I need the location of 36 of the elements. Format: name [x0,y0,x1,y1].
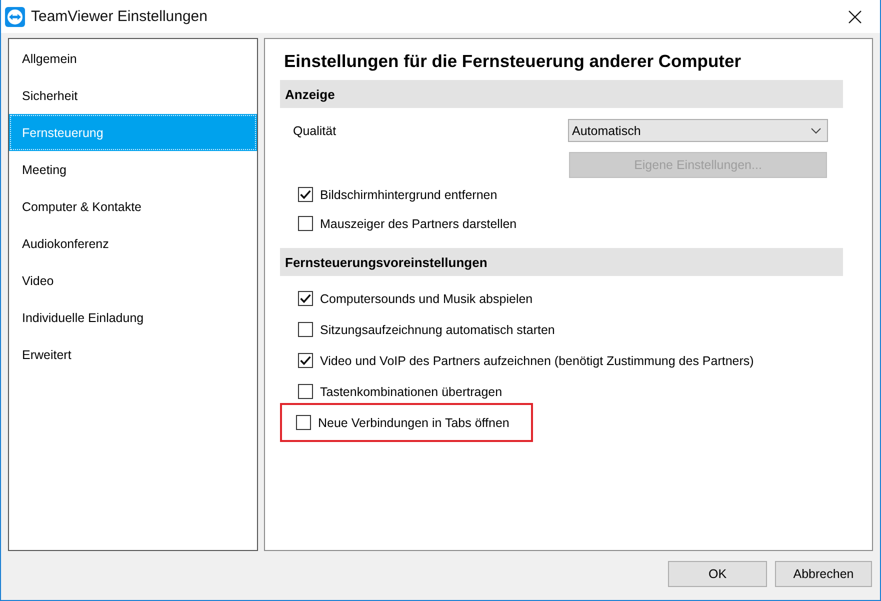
sidebar-item[interactable]: Meeting [9,151,257,188]
page-heading: Einstellungen für die Fernsteuerung anderer Computer [283,50,742,73]
checkbox-label: Bildschirmhintergrund entfernen [320,188,498,202]
dialog-button[interactable]: Abbrechen [775,561,872,587]
dialog-button[interactable]: OK [668,561,767,587]
checkbox[interactable] [298,291,313,306]
sidebar-item[interactable]: Allgemein [9,40,257,77]
checkbox-label: Neue Verbindungen in Tabs öffnen [318,416,510,430]
checkmark-icon [300,190,311,199]
checkbox[interactable] [298,384,313,399]
sidebar-item[interactable]: Individuelle Einladung [9,299,257,336]
chevron-down-icon [811,128,821,134]
checkmark-icon [300,356,311,365]
checkbox[interactable] [298,187,313,202]
checkbox-label: Tastenkombinationen übertragen [320,384,502,398]
checkmark-icon [300,294,311,303]
checkbox-label: Sitzungsaufzeichnung automatisch starten [320,322,555,336]
section-header: Anzeige [280,80,843,108]
sidebar-item[interactable]: Sicherheit [9,77,257,114]
checkbox[interactable] [298,322,313,337]
checkbox-label: Computersounds und Musik abspielen [320,292,533,306]
checkbox-label: Video und VoIP des Partners aufzeichnen (benötigt Zustimmung des Partners) [320,354,754,368]
sidebar-item[interactable]: Computer & Kontakte [9,188,257,225]
checkbox-label: Mauszeiger des Partners darstellen [320,216,517,230]
logo-icon [5,6,25,26]
checkbox[interactable] [298,353,313,368]
field-label: Qualität [293,124,336,138]
section-header: Fernsteuerungsvoreinstellungen [280,248,843,276]
quality-dropdown[interactable]: Automatisch [568,119,828,142]
sidebar-item[interactable]: Erweitert [9,336,257,373]
close-icon [848,10,862,24]
window-title: TeamViewer Einstellungen [31,8,208,25]
sidebar-item[interactable]: Audiokonferenz [9,225,257,262]
sidebar-item[interactable]: Video [9,262,257,299]
checkbox[interactable] [298,216,313,231]
checkbox[interactable] [296,415,311,430]
